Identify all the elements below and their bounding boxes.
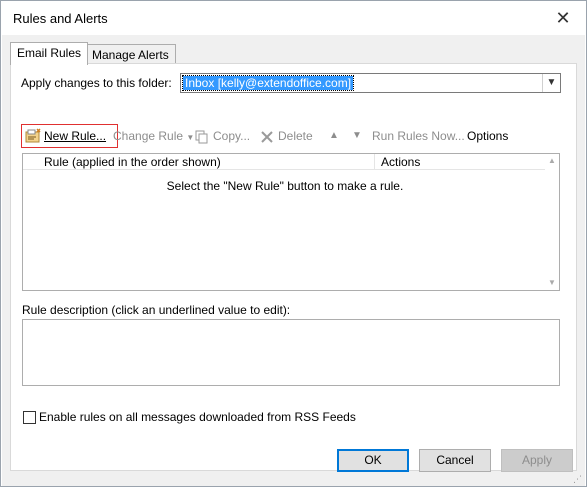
cancel-button[interactable]: Cancel <box>419 449 491 472</box>
tab-email-rules[interactable]: Email Rules <box>10 42 89 65</box>
window-title: Rules and Alerts <box>13 11 108 26</box>
rules-list-header: Rule (applied in the order shown) Action… <box>23 154 547 170</box>
ok-button[interactable]: OK <box>337 449 409 472</box>
column-header-actions[interactable]: Actions <box>375 154 547 170</box>
new-rule-icon <box>25 128 42 147</box>
column-header-rule[interactable]: Rule (applied in the order shown) <box>38 154 375 170</box>
rules-list[interactable]: Rule (applied in the order shown) Action… <box>22 153 560 291</box>
delete-icon <box>260 130 274 147</box>
copy-icon <box>195 130 209 147</box>
folder-select[interactable]: Inbox [kelly@extendoffice.com] ▼ <box>180 73 561 93</box>
close-icon[interactable]: ✕ <box>549 5 577 31</box>
tab-manage-alerts[interactable]: Manage Alerts <box>85 44 176 65</box>
rule-description-label: Rule description (click an underlined va… <box>22 303 291 317</box>
rules-list-scrollbar[interactable]: ▲ ▼ <box>545 154 559 290</box>
email-rules-panel: Apply changes to this folder: Inbox [kel… <box>10 63 577 471</box>
copy-button[interactable]: Copy... <box>213 126 250 146</box>
change-rule-label: Change Rule <box>113 129 184 143</box>
options-button[interactable]: Options <box>467 126 508 146</box>
rss-rules-checkbox[interactable] <box>23 411 36 424</box>
resize-grip-icon[interactable]: ⋰ <box>573 474 583 484</box>
tab-manage-alerts-label: Manage Alerts <box>92 48 169 62</box>
new-rule-button[interactable]: New Rule... <box>44 126 106 146</box>
rss-rules-label[interactable]: Enable rules on all messages downloaded … <box>39 410 356 424</box>
scroll-up-icon[interactable]: ▲ <box>545 154 559 168</box>
run-rules-now-button[interactable]: Run Rules Now... <box>372 126 465 146</box>
apply-button[interactable]: Apply <box>501 449 573 472</box>
rules-and-alerts-dialog: Rules and Alerts ✕ Email Rules Manage Al… <box>0 0 587 487</box>
title-bar[interactable]: Rules and Alerts ✕ <box>1 1 586 35</box>
delete-button[interactable]: Delete <box>278 126 313 146</box>
tab-email-rules-label: Email Rules <box>17 46 82 60</box>
move-up-icon[interactable]: ▲ <box>329 126 339 146</box>
rules-list-empty-message: Select the "New Rule" button to make a r… <box>166 179 404 193</box>
dialog-body: Email Rules Manage Alerts Apply changes … <box>2 35 585 486</box>
move-down-icon[interactable]: ▼ <box>352 126 362 146</box>
folder-label: Apply changes to this folder: <box>21 76 172 90</box>
scroll-down-icon[interactable]: ▼ <box>545 276 559 290</box>
dropdown-arrow-icon: ▼ <box>186 133 195 142</box>
folder-select-value: Inbox [kelly@extendoffice.com] <box>181 75 355 91</box>
rule-description-box[interactable] <box>22 319 560 386</box>
chevron-down-icon[interactable]: ▼ <box>542 74 560 92</box>
change-rule-button[interactable]: Change Rule ▼ <box>113 126 194 146</box>
